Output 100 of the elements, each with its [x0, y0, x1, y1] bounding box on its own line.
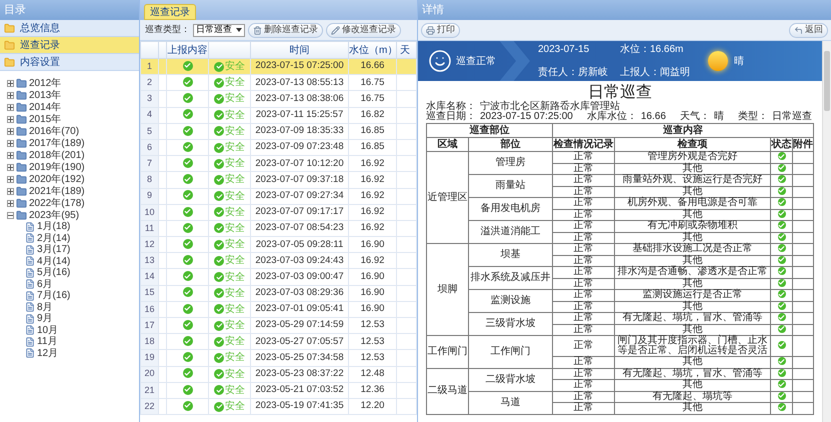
expand-toggle-icon[interactable] — [7, 200, 14, 206]
row-number: 22 — [140, 398, 158, 415]
table-cell: 排水沟是否通畅、渗透水是否正常 — [614, 266, 770, 278]
tree-item[interactable]: 2014年 — [29, 100, 62, 114]
table-row[interactable]: 15 安全 2023-07-03 08:29:36 16.90 — [140, 285, 416, 302]
scrollbar[interactable] — [822, 41, 831, 422]
table-cell: 工作闸门 — [426, 336, 468, 368]
table-row[interactable]: 21 安全 2023-05-21 07:03:52 12.36 — [140, 382, 416, 398]
tree-item[interactable]: 2022年(178) — [29, 196, 85, 210]
tree-item[interactable]: 2016年(70) — [29, 124, 80, 138]
accordion-item[interactable]: 内容设置 — [0, 54, 139, 71]
table-cell-text: 安全 — [225, 254, 245, 268]
date-text: 2023-07-15 — [538, 43, 590, 57]
table-cell: 二级马道 — [426, 368, 468, 414]
info-label: 水库水位： — [586, 112, 637, 122]
table-cell: 监测设施运行是否正常 — [614, 290, 770, 301]
expand-toggle-icon[interactable] — [7, 104, 14, 110]
table-cell: 正常 — [552, 209, 614, 220]
folder-icon — [16, 90, 27, 100]
file-icon — [25, 279, 35, 290]
table-row[interactable]: 6 安全 2023-07-09 07:23:48 16.85 — [140, 139, 416, 156]
table-row[interactable]: 10 安全 2023-07-07 09:17:17 16.92 — [140, 204, 416, 220]
tree-item[interactable]: 2015年 — [29, 112, 62, 126]
file-icon — [25, 256, 35, 266]
toolbar-button[interactable]: 删除巡查记录 — [248, 22, 323, 38]
folder-icon — [16, 162, 27, 172]
table-cell: 基础排水设施工况是否正常 — [614, 244, 770, 255]
expand-toggle-icon[interactable] — [7, 92, 14, 98]
expand-toggle-icon[interactable] — [7, 116, 14, 122]
table-cell: 正常 — [552, 380, 614, 391]
column-header: 附件 — [792, 138, 814, 152]
panel-tab[interactable]: 巡查记录 — [144, 4, 196, 20]
table-row[interactable]: 8 安全 2023-07-07 09:37:18 16.92 — [140, 172, 416, 188]
tree-item[interactable]: 5月(16) — [37, 265, 70, 280]
tree-item[interactable]: 2012年 — [29, 76, 62, 90]
tree-item[interactable]: 9月 — [37, 311, 53, 326]
tree-item[interactable]: 2013年 — [29, 88, 62, 102]
column-header: 部位 — [468, 138, 552, 152]
info-value: 2023-07-15 07:25:00 — [480, 112, 573, 122]
expand-toggle-icon[interactable] — [7, 176, 14, 182]
table-cell: 三级背水坡 — [468, 312, 552, 336]
expand-toggle-icon[interactable] — [7, 128, 14, 134]
expand-toggle-icon[interactable] — [7, 80, 14, 86]
table-row[interactable]: 9 安全 2023-07-07 09:27:34 16.92 — [140, 188, 416, 204]
table-cell-text: 安全 — [225, 206, 245, 220]
table-cell: 2023-05-21 07:03:52 — [250, 382, 348, 398]
toolbar-button[interactable]: 返回 — [789, 22, 828, 38]
table-cell: 其他 — [614, 186, 770, 198]
table-row[interactable]: 12 安全 2023-07-05 09:28:11 16.90 — [140, 236, 416, 253]
table-cell: 雨量站 — [468, 174, 552, 198]
accordion-item[interactable]: 巡查记录 — [0, 37, 139, 54]
table-row[interactable]: 1 安全 2023-07-15 07:25:00 16.66 — [140, 58, 416, 75]
expand-toggle-icon[interactable] — [7, 164, 14, 170]
table-row[interactable]: 16 安全 2023-07-01 09:05:41 16.90 — [140, 301, 416, 318]
table-cell: 2023-07-03 09:00:47 — [250, 268, 348, 286]
table-row[interactable]: 19 安全 2023-05-25 07:34:58 12.53 — [140, 350, 416, 366]
table-cell: 溢洪道消能工 — [468, 220, 552, 244]
table-row[interactable]: 5 安全 2023-07-09 18:35:33 16.85 — [140, 123, 416, 140]
table-row[interactable]: 4 安全 2023-07-11 15:25:57 16.82 — [140, 107, 416, 124]
table-cell: 16.82 — [348, 107, 396, 124]
collapse-toggle-icon[interactable] — [7, 212, 14, 218]
table-row[interactable]: 7 安全 2023-07-07 10:12:20 16.92 — [140, 156, 416, 172]
table-cell: 其他 — [614, 402, 770, 414]
return-arrow-icon — [794, 26, 803, 34]
table-cell: 管理房外观是否完好 — [614, 152, 770, 163]
table-cell-text: 安全 — [225, 286, 245, 301]
tree-item[interactable]: 2021年(189) — [29, 184, 85, 198]
table-row[interactable]: 18 安全 2023-05-27 07:05:57 12.53 — [140, 334, 416, 350]
row-number: 3 — [140, 90, 158, 108]
accordion-item[interactable]: 总览信息 — [0, 20, 139, 37]
info-label: 水库名称： — [426, 102, 476, 112]
table-cell: 其他 — [614, 255, 770, 266]
tree-item[interactable]: 2020年(192) — [29, 172, 85, 186]
row-number: 19 — [140, 350, 158, 366]
type-dropdown[interactable]: 日常巡查 — [193, 24, 245, 36]
tree-item[interactable]: 2017年(189) — [29, 136, 85, 150]
table-cell: 正常 — [552, 324, 614, 336]
table-cell: 坝基 — [468, 244, 552, 266]
row-number: 11 — [140, 220, 158, 237]
table-row[interactable]: 13 安全 2023-07-03 09:24:43 16.92 — [140, 252, 416, 269]
table-row[interactable]: 17 安全 2023-05-29 07:14:59 12.53 — [140, 318, 416, 334]
expand-toggle-icon[interactable] — [7, 140, 14, 146]
tree-item[interactable]: 3月(17) — [37, 242, 70, 258]
table-row[interactable]: 22 安全 2023-05-19 07:41:35 12.20 — [140, 398, 416, 415]
table-row[interactable]: 11 安全 2023-07-07 08:54:23 16.92 — [140, 220, 416, 237]
table-cell: 排水系统及减压井 — [468, 266, 552, 290]
table-row[interactable]: 3 安全 2023-07-13 08:38:06 16.75 — [140, 90, 416, 108]
expand-toggle-icon[interactable] — [7, 188, 14, 194]
table-row[interactable]: 20 安全 2023-05-23 08:37:22 12.48 — [140, 366, 416, 382]
table-row[interactable]: 14 安全 2023-07-03 09:00:47 16.90 — [140, 268, 416, 286]
table-row[interactable]: 2 安全 2023-07-13 08:55:13 16.75 — [140, 74, 416, 91]
table-cell: 有无冲刷或杂物堆积 — [614, 220, 770, 232]
table-cell: 2023-07-13 08:38:06 — [250, 90, 348, 108]
toolbar-button[interactable]: 打印 — [421, 22, 460, 38]
file-icon — [25, 302, 35, 312]
expand-toggle-icon[interactable] — [7, 152, 14, 158]
tree-item[interactable]: 2018年(201) — [29, 148, 85, 162]
tree-item[interactable]: 7月(16) — [37, 288, 70, 304]
toolbar-button[interactable]: 修改巡查记录 — [326, 22, 401, 38]
tree-item[interactable]: 2019年(190) — [29, 160, 85, 174]
